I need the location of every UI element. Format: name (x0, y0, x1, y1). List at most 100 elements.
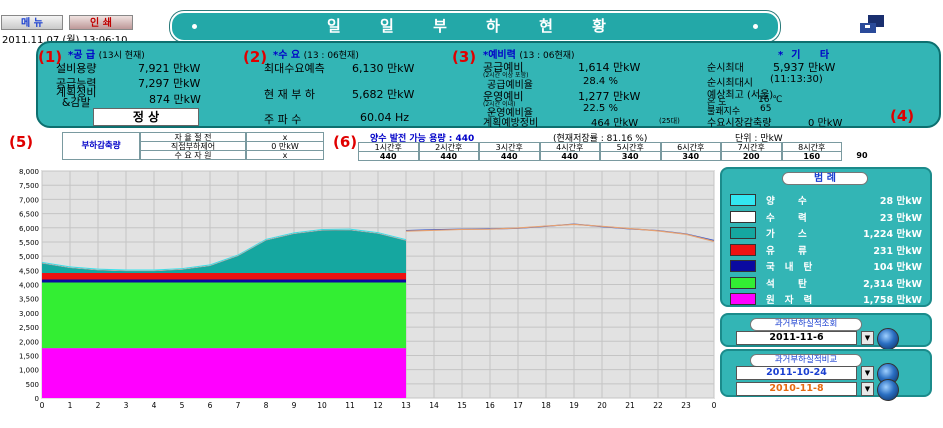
legend-item: 수 력 23 만kW (730, 210, 922, 224)
legend-title: 범 례 (782, 172, 868, 185)
instant-max-label: 순시최대 (707, 63, 744, 74)
legend-item: 유 류 231 만kW (730, 243, 922, 257)
marker-3: (3) (452, 48, 477, 66)
legend-item-name: 국내탄 (766, 262, 823, 273)
title-right-dot (753, 24, 758, 29)
legend-item-name: 원자력 (766, 295, 823, 306)
legend-item-name: 수 력 (766, 212, 817, 224)
pumped-hour-value: 440 (479, 151, 540, 161)
compare-date-1[interactable]: 2011-10-24 (736, 366, 857, 380)
pumped-hour-value: 340 (600, 151, 661, 161)
stack-area-유류 (42, 272, 406, 280)
stack-area-국내탄 (42, 279, 406, 283)
marker-2: (2) (243, 48, 268, 66)
x-tick-label: 13 (401, 401, 411, 410)
supply-capacity-value: 7,921 만kW (138, 62, 201, 75)
planned-outage-label: 계획예방정비 (483, 118, 539, 129)
planned-outage-value: 464 만kW (591, 118, 639, 129)
marker-1: (1) (38, 48, 63, 66)
history-compare-panel: 과거부하실적비교 2011-10-24 ▼ 2010-11-8 ▼ (720, 349, 932, 401)
pumped-hour-value: 90 (856, 151, 868, 160)
legend-item-name: 석 탄 (766, 278, 817, 290)
current-load-value: 5,682 만kW (352, 88, 415, 101)
supply-reserve-value: 1,614 만kW (578, 61, 641, 74)
legend-item: 국내탄 104 만kW (730, 259, 922, 273)
pumped-hour-value: 340 (660, 151, 721, 161)
print-button[interactable]: 인 쇄 (69, 15, 133, 30)
x-tick-label: 2 (96, 401, 101, 410)
legend-item-name: 가 스 (766, 229, 817, 240)
compare-date-2-button[interactable] (877, 379, 899, 401)
supply-header: *공 급 (13시 현재) (68, 50, 145, 61)
demand-resource-label: 수 요 자 원 (140, 150, 246, 160)
demand-header: *수 요 (13 : 06현재) (273, 50, 359, 61)
legend-swatch (730, 276, 756, 289)
x-tick-label: 21 (625, 401, 635, 410)
planned-outage-note: (25대) (659, 117, 680, 125)
x-tick-label: 6 (208, 401, 213, 410)
instant-max-time-value: (11:13:30) (770, 74, 823, 85)
x-tick-label: 22 (653, 401, 663, 410)
y-tick-label: 5,000 (19, 253, 39, 261)
y-tick-label: 500 (26, 381, 39, 389)
load-reduction-label: 부하감축량 (62, 132, 140, 160)
legend-swatch (730, 227, 756, 239)
legend-swatch (730, 260, 756, 272)
x-tick-label: 19 (569, 401, 579, 410)
history-lookup-dropdown-icon[interactable]: ▼ (861, 331, 874, 345)
legend-swatch (730, 194, 756, 206)
legend-item-value: 1,758 만kW (863, 295, 922, 306)
history-lookup-date[interactable]: 2011-11-6 (736, 331, 857, 345)
demand-cut-label: 수요시장감축량 (707, 118, 772, 129)
legend-item-name: 양 수 (766, 196, 817, 207)
history-lookup-title: 과거부하실적조회 (750, 318, 862, 331)
x-tick-label: 16 (485, 401, 495, 410)
stack-area-석탄 (42, 282, 406, 349)
y-tick-label: 3,000 (19, 310, 39, 318)
exit-icon[interactable] (856, 13, 890, 35)
history-lookup-go-button[interactable] (877, 328, 899, 350)
max-demand-forecast-label: 최대수요예측 (264, 62, 325, 75)
x-tick-label: 3 (124, 401, 129, 410)
current-load-label: 현 재 부 하 (264, 88, 315, 101)
x-tick-label: 5 (180, 401, 185, 410)
compare-date-1-dropdown-icon[interactable]: ▼ (861, 366, 874, 380)
compare-date-2-dropdown-icon[interactable]: ▼ (861, 382, 874, 396)
supply-ability-value: 7,297 만kW (138, 77, 201, 90)
legend-item-value: 2,314 만kW (863, 278, 922, 290)
legend-item-value: 23 만kW (879, 212, 922, 224)
y-tick-label: 1,000 (19, 367, 39, 375)
marker-6: (6) (333, 133, 358, 151)
legend-item: 양 수 28 만kW (730, 193, 922, 207)
y-tick-label: 1,500 (19, 352, 39, 360)
legend-item-value: 28 만kW (879, 196, 922, 207)
legend-item: 가 스 1,224 만kW (730, 226, 922, 240)
x-tick-label: 11 (345, 401, 355, 410)
x-tick-label: 4 (152, 401, 157, 410)
x-tick-label: 9 (292, 401, 297, 410)
x-tick-label: 20 (597, 401, 607, 410)
legend-swatch (730, 293, 756, 305)
pumped-hour-value: 440 (539, 151, 600, 161)
legend-item: 원자력 1,758 만kW (730, 292, 922, 306)
info-panel: *공 급 (13시 현재) 설비용량 7,921 만kW 공급능력 7,297 … (36, 41, 941, 129)
y-tick-label: 4,500 (19, 267, 39, 275)
stack-area-원자력 (42, 348, 406, 398)
demand-cut-value: 0 만kW (808, 118, 843, 129)
y-tick-label: 2,500 (19, 324, 39, 332)
x-tick-label: 18 (541, 401, 551, 410)
legend-item-value: 231 만kW (873, 245, 922, 257)
y-tick-label: 2,000 (19, 338, 39, 346)
x-tick-label: 15 (457, 401, 467, 410)
compare-date-2[interactable]: 2010-11-8 (736, 382, 857, 396)
frequency-value: 60.04 Hz (360, 111, 410, 124)
y-tick-label: 6,500 (19, 211, 39, 219)
instant-max-value: 5,937 만kW (773, 61, 836, 74)
menu-button[interactable]: 메 뉴 (1, 15, 63, 30)
y-tick-label: 3,500 (19, 296, 39, 304)
planned-maintenance-value: 874 만kW (149, 93, 201, 106)
y-tick-label: 0 (35, 395, 39, 403)
title-left-dot (192, 24, 197, 29)
load-chart: 05001,0001,5002,0002,5003,0003,5004,0004… (19, 168, 716, 410)
pumped-hour-value: 440 (358, 151, 419, 161)
